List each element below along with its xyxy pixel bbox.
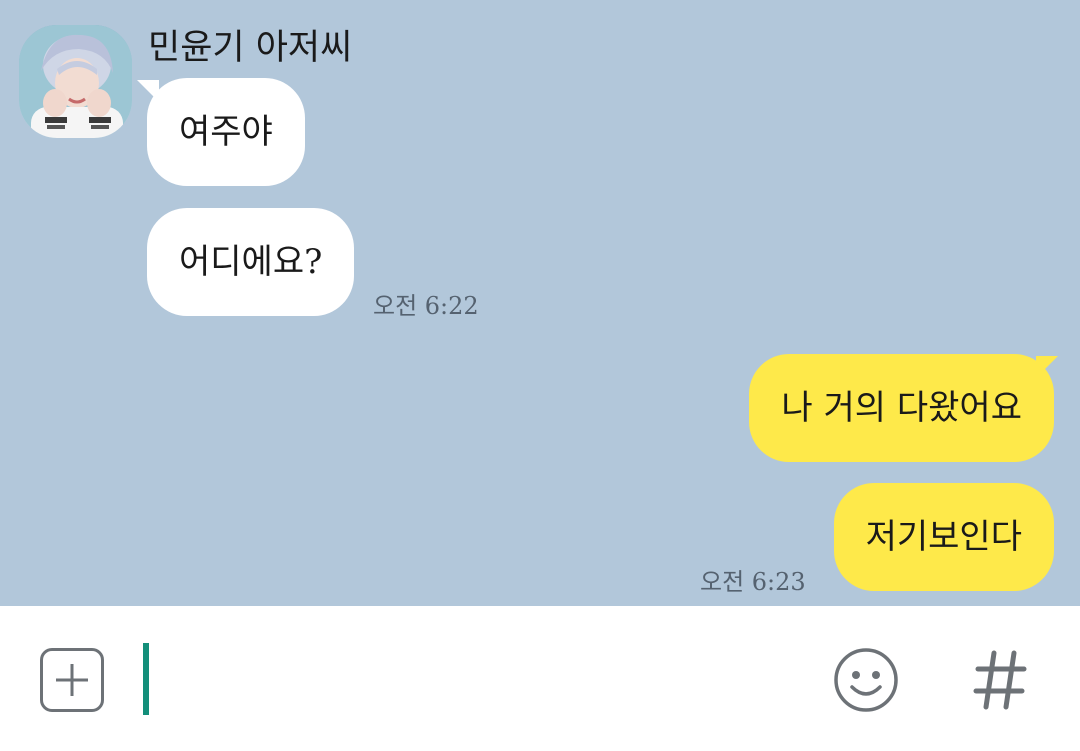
message-input-field[interactable] bbox=[143, 643, 149, 715]
incoming-message-bubble[interactable]: 어디에요? bbox=[147, 208, 355, 316]
emoji-button[interactable] bbox=[833, 647, 899, 713]
hash-icon bbox=[973, 650, 1027, 710]
sender-name: 민윤기 아저씨 bbox=[148, 28, 353, 68]
smiley-icon bbox=[834, 648, 898, 712]
message-timestamp: 오전 6:23 bbox=[700, 568, 806, 596]
attach-button[interactable] bbox=[40, 648, 104, 712]
incoming-message-bubble[interactable]: 여주야 bbox=[147, 78, 305, 186]
contact-avatar[interactable] bbox=[19, 25, 132, 138]
plus-square-icon bbox=[56, 664, 88, 696]
avatar-image bbox=[19, 25, 132, 138]
hashtag-button[interactable] bbox=[970, 645, 1030, 715]
chat-area[interactable]: 민윤기 아저씨 여주야 어디에요? 오전 6:22 나 거의 다왔어요 저기보인… bbox=[0, 0, 1080, 606]
message-input-bar[interactable] bbox=[0, 606, 1080, 751]
outgoing-message-bubble[interactable]: 저기보인다 bbox=[833, 483, 1054, 591]
outgoing-message-bubble[interactable]: 나 거의 다왔어요 bbox=[749, 354, 1054, 462]
message-timestamp: 오전 6:22 bbox=[373, 292, 479, 320]
